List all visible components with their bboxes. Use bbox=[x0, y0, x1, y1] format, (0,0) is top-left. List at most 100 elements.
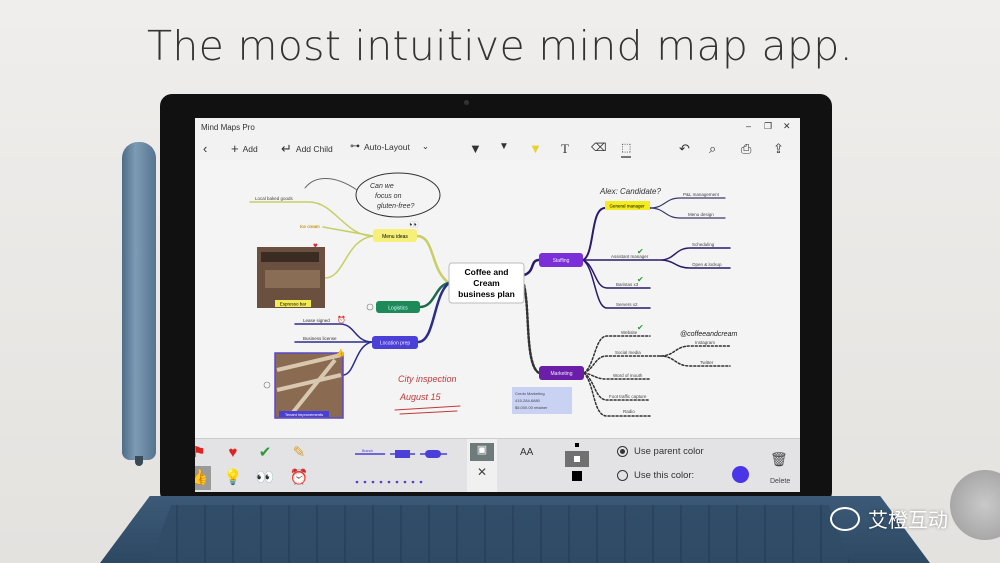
branch-line bbox=[343, 342, 372, 375]
ink-text: August 15 bbox=[399, 392, 442, 402]
pl-management-label: P&L management bbox=[683, 192, 720, 197]
general-manager-label: General manager bbox=[609, 204, 645, 209]
twitter-label: Twitter bbox=[700, 360, 714, 365]
share-icon: ⇪ bbox=[773, 141, 784, 157]
style-sample-label: Branch bbox=[362, 449, 373, 453]
collapse-toggle[interactable] bbox=[264, 382, 270, 388]
delete-label[interactable]: Delete bbox=[770, 478, 790, 485]
mind-map-canvas[interactable]: Coffee and Cream business plan Menu idea… bbox=[195, 160, 800, 438]
headline: The most intuitive mind map app. bbox=[0, 22, 1000, 70]
marketing-label: Marketing bbox=[551, 371, 573, 377]
highlighter-icon: ▼ bbox=[529, 141, 542, 156]
layout-icon: ⊶ bbox=[350, 141, 360, 152]
espresso-bar-label: Espresso bar bbox=[280, 302, 307, 307]
collapse-toggle[interactable] bbox=[367, 304, 373, 310]
eraser-button[interactable]: ⌫ bbox=[591, 141, 607, 154]
toolbar: ‹ +Add ↵Add Child ⊶Auto-Layout⌄ ▼ ▼ ▼ T … bbox=[195, 136, 800, 160]
note-line: $5,000.00 retainer bbox=[515, 405, 548, 410]
add-button[interactable]: + Add bbox=[231, 141, 258, 156]
undo-button[interactable]: ↶ bbox=[679, 141, 690, 157]
chevron-down-icon[interactable]: ⌄ bbox=[422, 141, 429, 152]
logistics-label: Logistics bbox=[388, 306, 408, 312]
alarm-icon[interactable]: ⏰ bbox=[287, 466, 311, 490]
location-prep-label: Location prep bbox=[380, 341, 411, 347]
add-child-label: Add Child bbox=[296, 144, 333, 154]
note-line: Credo Marketing bbox=[515, 391, 545, 396]
close-button[interactable]: ✕ bbox=[783, 121, 791, 132]
share-button[interactable]: ⇪ bbox=[773, 141, 784, 157]
servers-label: Servers x2 bbox=[616, 302, 638, 307]
menu-ideas-label: Menu ideas bbox=[382, 234, 408, 240]
search-icon: ⌕ bbox=[709, 141, 716, 157]
branch-style-options[interactable]: Branch bbox=[355, 445, 450, 485]
social-media-label: Social media bbox=[615, 350, 641, 355]
watermark: 艾橙互动 bbox=[830, 504, 948, 533]
website-label: Website bbox=[621, 330, 638, 335]
pen-dark-button[interactable]: ▼ bbox=[499, 141, 509, 152]
use-parent-color-radio[interactable]: Use parent color bbox=[617, 446, 704, 457]
title-bar: Mind Maps Pro bbox=[195, 118, 800, 136]
ink-underline bbox=[395, 406, 460, 414]
ink-text: Alex: Candidate? bbox=[599, 187, 661, 196]
radio-label: Radio bbox=[623, 409, 635, 414]
node-size-options[interactable] bbox=[563, 443, 591, 491]
color-swatch[interactable] bbox=[732, 466, 749, 483]
marketing-branch-lines bbox=[584, 336, 730, 416]
ink-text: Can we bbox=[370, 183, 394, 190]
branch-line bbox=[418, 283, 449, 342]
pencil-icon[interactable]: ✎ bbox=[287, 441, 311, 465]
lasso-select-button[interactable]: ⬚ bbox=[621, 141, 631, 158]
minimize-button[interactable]: – bbox=[746, 121, 751, 131]
central-node-line2: Cream bbox=[473, 278, 500, 288]
maximize-button[interactable]: ❐ bbox=[764, 121, 772, 132]
wechat-icon bbox=[830, 507, 860, 531]
heart-icon[interactable]: ♥ bbox=[221, 441, 245, 465]
use-this-color-label: Use this color: bbox=[634, 470, 694, 481]
add-child-button[interactable]: ↵Add Child bbox=[281, 141, 333, 157]
text-tool-button[interactable]: T bbox=[561, 141, 569, 157]
branch-line bbox=[524, 285, 539, 373]
business-license-label: Business license bbox=[303, 336, 337, 341]
text-icon: T bbox=[561, 141, 569, 157]
trash-icon[interactable]: 🗑 bbox=[770, 451, 788, 468]
thumbs-up-icon[interactable]: 👍 bbox=[195, 466, 211, 490]
window-title: Mind Maps Pro bbox=[201, 123, 255, 132]
lease-signed-label: Lease signed bbox=[303, 318, 330, 323]
watermark-text: 艾橙互动 bbox=[868, 504, 948, 533]
branch-line bbox=[325, 236, 373, 278]
add-label: Add bbox=[243, 144, 258, 154]
plus-icon: + bbox=[231, 141, 239, 156]
checkmark-icon: ✔ bbox=[637, 275, 644, 284]
image-icon[interactable]: ▣ bbox=[470, 443, 494, 461]
auto-layout-button[interactable]: ⊶Auto-Layout⌄ bbox=[350, 141, 429, 152]
back-button[interactable]: ‹ bbox=[203, 141, 207, 156]
search-button[interactable]: ⌕ bbox=[709, 141, 716, 157]
branch-line bbox=[323, 227, 373, 236]
text-size-icon[interactable]: AA bbox=[520, 447, 533, 458]
use-this-color-radio[interactable]: Use this color: bbox=[617, 470, 694, 481]
baristas-label: Baristas x3 bbox=[616, 282, 639, 287]
lightbulb-icon[interactable]: 💡 bbox=[221, 466, 245, 490]
branch-line bbox=[417, 236, 449, 283]
flag-icon[interactable]: ⚑ bbox=[195, 441, 211, 465]
central-node-line1: Coffee and bbox=[465, 267, 509, 277]
checkmark-icon[interactable]: ✔ bbox=[253, 441, 277, 465]
print-button[interactable]: ⎙ bbox=[741, 141, 751, 157]
remove-image-button[interactable]: ✕ bbox=[467, 465, 497, 479]
checkmark-icon: ✔ bbox=[637, 323, 644, 332]
smart-speaker bbox=[950, 470, 1000, 540]
radio-unselected-icon bbox=[617, 470, 628, 481]
alarm-icon: ⏰ bbox=[337, 315, 346, 324]
lasso-icon: ⬚ bbox=[621, 141, 631, 154]
branch-line bbox=[250, 202, 373, 236]
local-baked-goods-label: Local baked goods bbox=[255, 196, 294, 201]
checkmark-icon: ✔ bbox=[637, 247, 644, 256]
heart-icon: ♥ bbox=[313, 241, 318, 250]
print-icon: ⎙ bbox=[741, 141, 751, 157]
camera bbox=[464, 100, 469, 105]
highlighter-button[interactable]: ▼ bbox=[529, 141, 542, 156]
instagram-label: Instagram bbox=[695, 340, 715, 345]
ink-arrow bbox=[305, 178, 357, 190]
pen-black-button[interactable]: ▼ bbox=[469, 141, 482, 156]
eyes-icon[interactable]: 👀 bbox=[253, 466, 277, 490]
